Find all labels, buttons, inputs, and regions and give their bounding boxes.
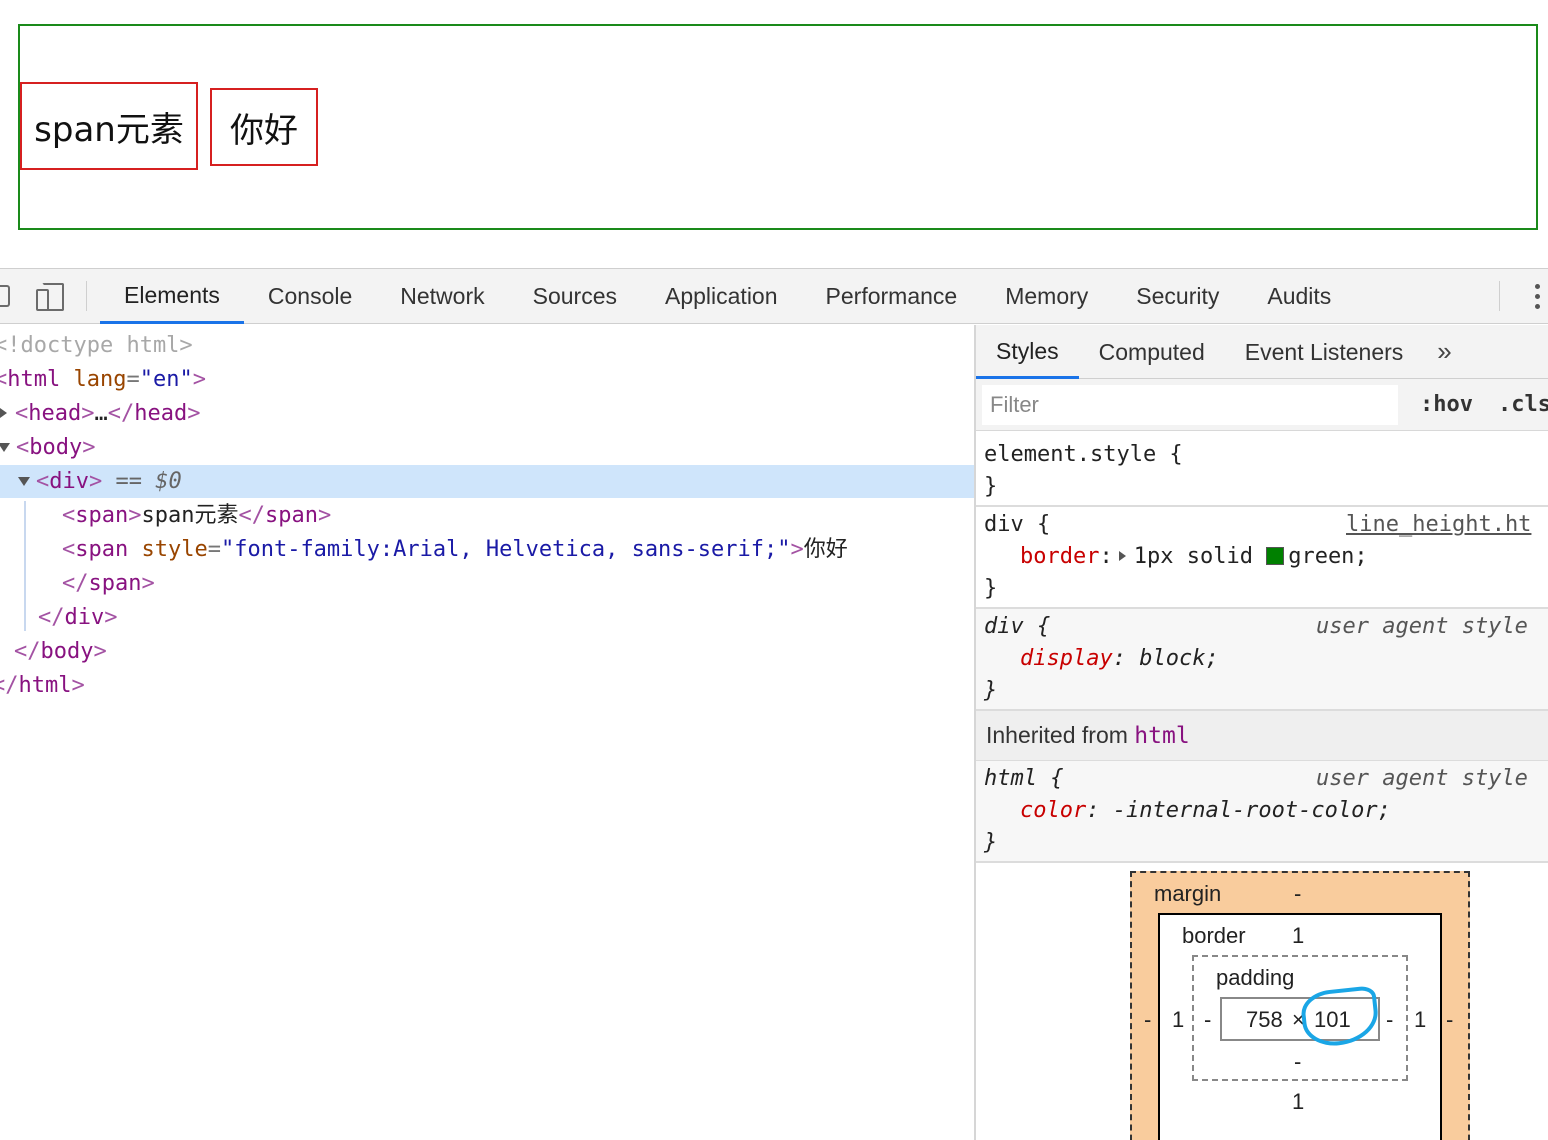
sidebar-tabs: Styles Computed Event Listeners » — [976, 325, 1548, 379]
dom-span-1[interactable]: <span>span元素</span> — [62, 499, 331, 532]
margin-label: margin — [1154, 881, 1222, 906]
tab-console[interactable]: Console — [244, 269, 376, 324]
collapse-icon[interactable] — [0, 443, 10, 452]
tab-sources[interactable]: Sources — [509, 269, 641, 324]
dom-head[interactable]: <head>…</head> — [0, 397, 200, 430]
color-swatch[interactable] — [1266, 547, 1285, 565]
color-declaration: color: -internal-root-color; — [1020, 798, 1391, 823]
rule-selector[interactable]: element.style { — [984, 439, 1183, 471]
toolbar-divider — [86, 281, 87, 311]
inherited-header: Inherited from html — [976, 711, 1548, 761]
dom-html-open[interactable]: <html lang="en"> — [0, 363, 206, 396]
tab-elements[interactable]: Elements — [100, 269, 244, 324]
padding-right-value[interactable]: - — [1386, 1007, 1393, 1033]
span-element-1[interactable]: span元素 — [20, 82, 198, 170]
inspect-element-icon[interactable] — [0, 285, 10, 307]
rule-close-brace: } — [984, 576, 998, 601]
filter-bar: Filter :hov .cls — [976, 379, 1548, 431]
tab-styles[interactable]: Styles — [976, 325, 1079, 379]
dom-body[interactable]: <body> — [0, 431, 95, 464]
expand-icon[interactable] — [0, 408, 7, 418]
padding-left-value[interactable]: - — [1204, 1007, 1211, 1033]
stylesheet-link[interactable]: line_height.ht — [1346, 509, 1531, 541]
padding-label: padding — [1216, 965, 1295, 990]
content-width-value[interactable]: 758 — [1246, 1007, 1283, 1033]
rule-selector[interactable]: div { — [984, 509, 1050, 541]
tab-network[interactable]: Network — [376, 269, 508, 324]
dom-div-close[interactable]: </div> — [38, 601, 118, 634]
border-right-value[interactable]: 1 — [1414, 1007, 1426, 1033]
dom-div-selected[interactable]: <div> == $0 — [0, 465, 975, 498]
more-options-icon[interactable] — [1527, 281, 1547, 313]
border-bottom-value[interactable]: 1 — [1292, 1089, 1304, 1115]
tab-security[interactable]: Security — [1112, 269, 1243, 324]
rule-close-brace: } — [984, 830, 998, 855]
display-declaration: display: block; — [1020, 646, 1219, 671]
user-agent-source: user agent style — [1316, 614, 1528, 639]
border-declaration[interactable]: border: 1px solid green; — [1020, 541, 1368, 573]
tab-memory[interactable]: Memory — [981, 269, 1112, 324]
dom-tree: <!doctype html> <html lang="en"> <head>…… — [0, 325, 975, 1140]
toolbar-divider — [1499, 281, 1500, 311]
collapse-icon[interactable] — [18, 477, 30, 486]
margin-top-value[interactable]: - — [1294, 881, 1301, 907]
tab-performance[interactable]: Performance — [802, 269, 982, 324]
border-left-value[interactable]: 1 — [1172, 1007, 1184, 1033]
rule-div-user-agent: div { user agent style display: block; } — [976, 609, 1548, 711]
more-tabs-icon[interactable]: » — [1423, 325, 1465, 378]
user-agent-source: user agent style — [1316, 766, 1528, 791]
tab-computed[interactable]: Computed — [1079, 325, 1225, 379]
tab-application[interactable]: Application — [641, 269, 802, 324]
span-element-2[interactable]: 你好 — [210, 88, 318, 166]
border-label: border — [1182, 923, 1246, 948]
page-preview: span元素 你好 — [0, 0, 1548, 268]
expand-shorthand-icon[interactable] — [1118, 551, 1126, 561]
tab-event-listeners[interactable]: Event Listeners — [1225, 325, 1424, 379]
dom-html-close[interactable]: </html> — [0, 669, 85, 702]
hover-state-toggle[interactable]: :hov — [1420, 385, 1473, 425]
devtools-panel: Elements Console Network Sources Applica… — [0, 268, 1548, 1140]
rule-close-brace: } — [984, 678, 998, 703]
rule-html-user-agent: html { user agent style color: -internal… — [976, 761, 1548, 863]
devtools-toolbar: Elements Console Network Sources Applica… — [0, 269, 1548, 324]
tab-audits[interactable]: Audits — [1243, 269, 1355, 324]
padding-bottom-value[interactable]: - — [1294, 1049, 1301, 1075]
styles-sidebar: Styles Computed Event Listeners » Filter… — [976, 325, 1548, 1140]
rule-element-style: element.style { } — [976, 431, 1548, 507]
dom-doctype[interactable]: <!doctype html> — [0, 329, 193, 362]
device-toolbar-icon[interactable] — [32, 281, 64, 311]
rule-close-brace: } — [984, 474, 998, 499]
dom-span-2-open[interactable]: <span style="font-family:Arial, Helvetic… — [62, 533, 848, 566]
border-top-value[interactable]: 1 — [1292, 923, 1304, 949]
margin-left-value[interactable]: - — [1144, 1007, 1151, 1033]
rule-selector: html { — [984, 766, 1064, 791]
inherited-tag-link[interactable]: html — [1134, 723, 1189, 749]
styles-filter-input[interactable]: Filter — [982, 385, 1398, 425]
dom-span-2-close[interactable]: </span> — [62, 567, 155, 600]
nesting-guide — [24, 501, 26, 631]
rule-div-author: div { line_height.ht border: 1px solid gr… — [976, 507, 1548, 609]
dom-body-close[interactable]: </body> — [14, 635, 107, 668]
class-toggle[interactable]: .cls — [1498, 385, 1548, 425]
margin-right-value[interactable]: - — [1446, 1007, 1453, 1033]
rule-selector: div { — [984, 614, 1051, 639]
panel-tabs: Elements Console Network Sources Applica… — [100, 269, 1355, 324]
